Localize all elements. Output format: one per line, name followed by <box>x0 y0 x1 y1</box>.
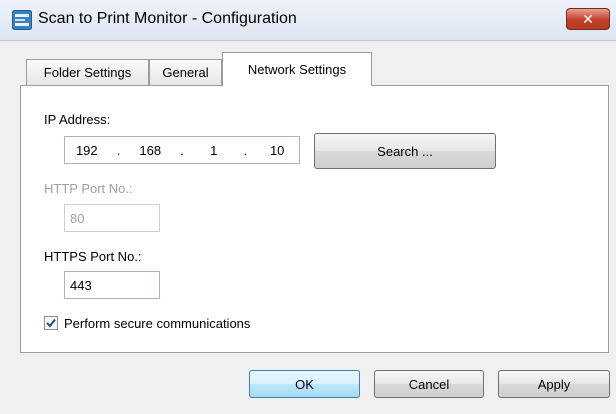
title-bar[interactable]: Scan to Print Monitor - Configuration ✕ <box>0 0 616 41</box>
apply-button-label: Apply <box>537 376 571 392</box>
tab-label: General <box>162 65 209 80</box>
ip-octet-4[interactable]: 10 <box>255 143 299 158</box>
cancel-button-label: Cancel <box>408 376 450 392</box>
tab-general[interactable]: General <box>149 59 222 85</box>
http-port-value: 80 <box>70 210 85 226</box>
apply-button[interactable]: Apply <box>498 370 610 398</box>
ip-separator: . <box>180 142 184 158</box>
checkmark-icon <box>46 318 56 328</box>
tab-network-settings[interactable]: Network Settings <box>222 52 372 86</box>
ip-separator: . <box>243 142 248 158</box>
search-button-label: Search ... <box>377 143 433 159</box>
ip-octet-1[interactable]: 192 <box>65 143 109 158</box>
tab-folder-settings[interactable]: Folder Settings <box>26 59 149 85</box>
ip-octet-3[interactable]: 1 <box>192 143 236 158</box>
http-port-label: HTTP Port No.: <box>44 181 133 196</box>
configuration-window: Scan to Print Monitor - Configuration ✕ … <box>0 0 616 414</box>
close-icon: ✕ <box>582 10 594 27</box>
tab-label: Folder Settings <box>43 65 132 80</box>
https-port-label: HTTPS Port No.: <box>44 249 142 264</box>
tab-label: Network Settings <box>247 62 347 77</box>
secure-communications-label[interactable]: Perform secure communications <box>64 316 250 331</box>
search-button[interactable]: Search ... <box>314 133 496 169</box>
ip-separator: . <box>116 142 121 158</box>
cancel-button[interactable]: Cancel <box>374 370 484 398</box>
ip-address-input[interactable]: 192 . 168 . 1 . 10 <box>64 136 300 164</box>
ip-octet-2[interactable]: 168 <box>128 143 172 158</box>
close-button[interactable]: ✕ <box>566 8 610 30</box>
ok-button[interactable]: OK <box>249 370 360 398</box>
secure-communications-checkbox[interactable] <box>44 316 58 330</box>
https-port-field[interactable]: 443 <box>64 271 160 299</box>
scanner-app-icon <box>12 10 32 30</box>
http-port-field: 80 <box>64 204 160 232</box>
https-port-value: 443 <box>70 277 92 293</box>
ip-address-label: IP Address: <box>44 112 111 127</box>
window-title: Scan to Print Monitor - Configuration <box>38 10 297 27</box>
ok-button-label: OK <box>295 376 314 392</box>
